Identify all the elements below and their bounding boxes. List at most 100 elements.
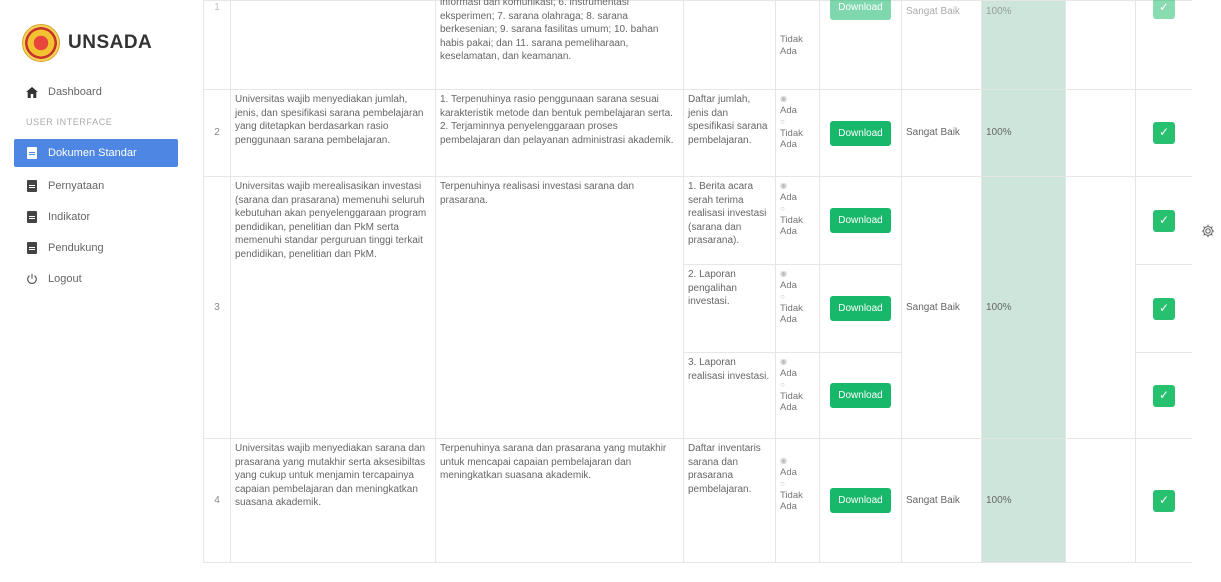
sidebar-item-label: Dashboard	[48, 86, 102, 98]
check-icon[interactable]: ✓	[1153, 209, 1175, 232]
home-icon	[26, 86, 38, 98]
brand[interactable]: UNSADA	[22, 24, 152, 62]
document-icon	[26, 180, 38, 192]
option-tidak-ada[interactable]: Tidak Ada	[780, 490, 815, 513]
empty-cell	[1065, 0, 1136, 90]
download-button[interactable]: Download	[830, 208, 891, 233]
check-icon[interactable]: ✓	[1153, 297, 1175, 320]
download-button[interactable]: Download	[830, 488, 891, 513]
sidebar-item-dashboard[interactable]: Dashboard	[14, 80, 178, 104]
check-icon[interactable]: ✓	[1153, 384, 1175, 407]
radio-ada[interactable]: ◉	[780, 93, 815, 105]
sidebar-item-label: Pernyataan	[48, 180, 105, 192]
score-cell: Sangat Baik	[901, 89, 982, 177]
radio-ada[interactable]: ◉	[780, 455, 815, 467]
row-number: 4	[203, 438, 231, 563]
empty-cell	[1065, 438, 1136, 563]
percentage-cell: 100%	[981, 89, 1066, 177]
document-icon	[26, 147, 38, 159]
option-tidak-ada[interactable]: Tidak Ada	[780, 128, 815, 151]
indicator-cell: 1. Terpenuhinya rasio penggunaan sarana …	[435, 89, 684, 177]
row-number: 3	[203, 176, 231, 439]
table-row: 2 Universitas wajib menyediakan jumlah, …	[203, 89, 1192, 177]
option-tidak-ada[interactable]: Tidak Ada	[780, 34, 803, 57]
download-button[interactable]: Download	[830, 383, 891, 408]
sidebar-item-label: Indikator	[48, 211, 91, 223]
download-cell: Download	[819, 176, 902, 265]
table-row: 4 Universitas wajib menyediakan sarana d…	[203, 438, 1192, 563]
availability-options: ◉ Ada ○ Tidak Ada	[775, 438, 820, 563]
download-button[interactable]: Download	[830, 120, 891, 146]
sidebar-item-logout[interactable]: Logout	[14, 267, 178, 291]
standards-table: 1 informasi dan komunikasi; 6. instrumen…	[203, 0, 1192, 563]
percentage-cell: 100%	[981, 176, 1066, 439]
option-ada[interactable]: Ada	[780, 467, 815, 479]
evidence-cell	[683, 0, 776, 90]
availability-options: ◉ Ada ○ Tidak Ada	[775, 89, 820, 177]
radio-tidak-ada[interactable]: ○	[780, 379, 815, 391]
sidebar-item-label: Pendukung	[48, 242, 104, 254]
document-icon	[26, 242, 38, 254]
download-cell: Download	[819, 0, 902, 90]
empty-cell	[1065, 176, 1136, 439]
option-tidak-ada[interactable]: Tidak Ada	[780, 391, 815, 414]
radio-ada[interactable]: ◉	[780, 356, 815, 368]
radio-tidak-ada[interactable]: ○	[780, 478, 815, 490]
radio-tidak-ada[interactable]: ○	[780, 291, 815, 303]
standards-table-area: 1 informasi dan komunikasi; 6. instrumen…	[203, 0, 1192, 582]
verify-cell: ✓	[1135, 264, 1192, 353]
check-icon[interactable]: ✓	[1153, 489, 1175, 512]
verify-cell: ✓	[1135, 176, 1192, 265]
verify-cell: ✓	[1135, 89, 1192, 177]
sidebar-section-label: USER INTERFACE	[26, 117, 113, 127]
download-button[interactable]: Download	[830, 296, 891, 321]
score-cell: Sangat Baik	[901, 0, 982, 90]
check-icon[interactable]: ✓	[1153, 122, 1175, 144]
download-cell: Download	[819, 264, 902, 353]
verify-cell: ✓	[1135, 438, 1192, 563]
sidebar: UNSADA Dashboard USER INTERFACE Dokumen …	[0, 0, 190, 582]
evidence-cell: 3. Laporan realisasi investasi.	[683, 352, 776, 439]
availability-options: ◉ Ada ○ Tidak Ada	[775, 264, 820, 353]
row-number: 1	[203, 0, 231, 90]
radio-tidak-ada[interactable]: ○	[780, 116, 815, 128]
score-cell: Sangat Baik	[901, 176, 982, 439]
radio-tidak-ada[interactable]: ○	[780, 203, 815, 215]
option-tidak-ada[interactable]: Tidak Ada	[780, 303, 815, 326]
document-icon	[26, 211, 38, 223]
check-icon[interactable]: ✓	[1153, 0, 1175, 19]
standard-cell: Universitas wajib menyediakan sarana dan…	[230, 438, 436, 563]
table-row: 1 informasi dan komunikasi; 6. instrumen…	[203, 0, 1192, 90]
evidence-cell: 1. Berita acara serah terima realisasi i…	[683, 176, 776, 265]
option-ada[interactable]: Ada	[780, 280, 815, 292]
sidebar-item-pendukung[interactable]: Pendukung	[14, 236, 178, 260]
brand-name: UNSADA	[68, 32, 153, 53]
download-button[interactable]: Download	[830, 0, 891, 20]
verify-cell: ✓	[1135, 352, 1192, 439]
sidebar-nav: Dashboard USER INTERFACE Dokumen Standar…	[14, 80, 178, 298]
score-cell: Sangat Baik	[901, 438, 982, 563]
table-row: 3 Universitas wajib merealisasikan inves…	[203, 176, 1192, 439]
download-cell: Download	[819, 352, 902, 439]
percentage-cell: 100%	[981, 438, 1066, 563]
sidebar-item-dokumen-standar[interactable]: Dokumen Standar	[14, 139, 178, 167]
option-ada[interactable]: Ada	[780, 368, 815, 380]
evidence-cell: Daftar inventaris sarana dan prasarana p…	[683, 438, 776, 563]
evidence-cell: Daftar jumlah, jenis dan spesifikasi sar…	[683, 89, 776, 177]
gear-icon[interactable]	[1201, 224, 1215, 238]
sidebar-item-label: Dokumen Standar	[48, 147, 137, 159]
option-ada[interactable]: Ada	[780, 192, 815, 204]
university-seal-logo	[22, 24, 60, 62]
sidebar-item-indikator[interactable]: Indikator	[14, 205, 178, 229]
row-number: 2	[203, 89, 231, 177]
indicator-cell: Terpenuhinya sarana dan prasarana yang m…	[435, 438, 684, 563]
radio-ada[interactable]: ◉	[780, 180, 815, 192]
standard-cell: Universitas wajib menyediakan jumlah, je…	[230, 89, 436, 177]
option-tidak-ada[interactable]: Tidak Ada	[780, 215, 815, 238]
evidence-cell: 2. Laporan pengalihan investasi.	[683, 264, 776, 353]
radio-ada[interactable]: ◉	[780, 268, 815, 280]
percentage-cell: 100%	[981, 0, 1066, 90]
availability-options: ◉ Ada ○ Tidak Ada	[775, 176, 820, 265]
sidebar-item-pernyataan[interactable]: Pernyataan	[14, 174, 178, 198]
option-ada[interactable]: Ada	[780, 105, 815, 117]
